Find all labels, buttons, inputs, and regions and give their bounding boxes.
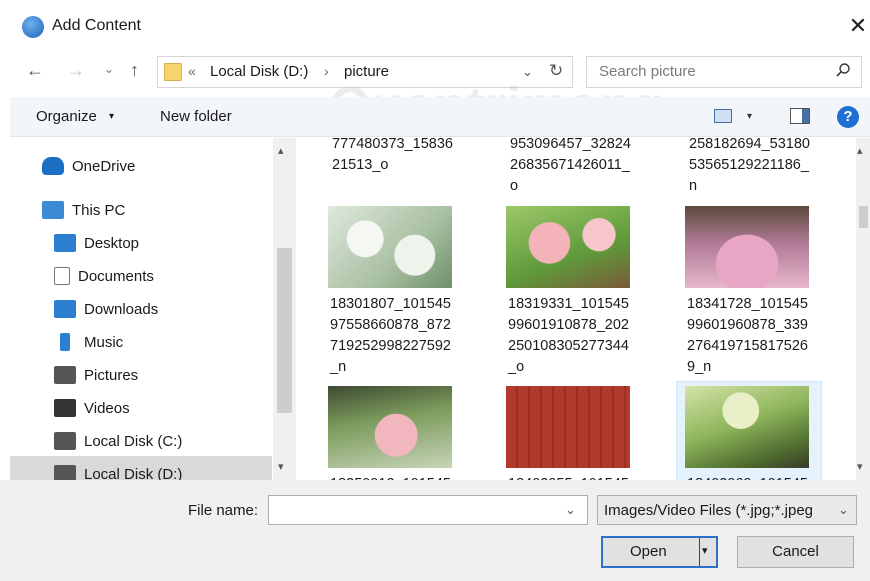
scroll-up-icon[interactable]: ▴ [278,144,284,157]
file-name[interactable]: 18301807_101545 97558660878_872 71925299… [330,294,470,378]
downloads-icon [54,300,76,318]
breadcrumb-local-disk-d[interactable]: Local Disk (D:) [210,63,308,80]
close-icon[interactable]: ✕ [846,12,870,40]
scroll-down-icon[interactable]: ▾ [278,460,284,473]
scroll-up-icon[interactable]: ▴ [857,144,863,157]
file-name[interactable]: 18341728_101545 99601960878_339 27641971… [687,294,827,378]
scroll-down-icon[interactable]: ▾ [857,460,863,473]
sidebar-item[interactable]: Pictures [54,361,138,389]
file-type-select[interactable]: Images/Video Files (*.jpg;*.jpeg ⌄ [597,495,857,525]
desktop-icon [54,234,76,252]
file-name-label: File name: [188,502,259,519]
title-bar: Add Content ✕ [0,0,870,52]
onedrive-icon [42,157,64,175]
sidebar-item-label: Music [84,333,124,351]
videos-icon [54,399,76,417]
file-name[interactable]: 18319331_101545 99601910878_202 25010830… [508,294,648,378]
image-thumbnail[interactable] [328,206,452,288]
help-icon[interactable]: ? [837,106,859,128]
cancel-button[interactable]: Cancel [737,536,854,568]
sidebar-item[interactable]: Local Disk (C:) [54,427,182,455]
folder-icon [164,63,182,81]
computer-icon [42,201,64,219]
sidebar-item-label: Downloads [84,300,159,318]
drive-c-icon [54,432,76,450]
sidebar-item-label: This PC [72,201,126,219]
sidebar-item[interactable]: Downloads [54,295,158,323]
file-name[interactable]: 953096457_32824 26835671426011_ o [510,138,650,197]
grid-scrollbar[interactable]: ▴ ▾ [856,138,870,480]
image-thumbnail[interactable] [685,386,809,468]
sidebar-item-label: Videos [84,399,130,417]
cancel-button-label[interactable]: Cancel [738,543,853,560]
view-options-caret-icon[interactable]: ▾ [747,111,752,122]
preview-pane-icon[interactable] [790,108,810,124]
image-thumbnail[interactable] [506,386,630,468]
recent-locations-icon[interactable]: ⌄ [104,62,114,76]
sidebar-item[interactable]: Desktop [54,229,139,257]
image-thumbnail[interactable] [506,206,630,288]
open-button[interactable]: Open ▾ [601,536,718,568]
sidebar-item[interactable]: Documents [54,262,154,290]
sidebar-item[interactable]: OneDrive [42,152,135,180]
organize-caret-icon[interactable]: ▾ [109,111,114,122]
sidebar-item-label: Pictures [84,366,139,384]
new-folder-button[interactable]: New folder [160,108,232,125]
window-title: Add Content [52,17,141,34]
sidebar-item[interactable]: Music [54,328,123,356]
dialog-footer: File name: ⌄ Images/Video Files (*.jpg;*… [0,480,870,581]
file-type-dropdown-icon[interactable]: ⌄ [838,502,849,518]
grid-scroll-thumb[interactable] [859,206,868,228]
file-grid[interactable]: 777480373_15836 21513_o 953096457_32824 2… [296,138,856,480]
sidebar-item-label: OneDrive [72,157,136,175]
sidebar-item-label: Documents [78,267,154,285]
back-arrow-icon[interactable]: ← [26,60,44,81]
sidebar-item-label: Desktop [84,234,140,252]
nav-scrollbar[interactable]: ▴ ▾ [273,138,296,480]
music-icon [60,333,70,351]
file-type-value[interactable]: Images/Video Files (*.jpg;*.jpeg [604,502,813,519]
app-icon [22,16,44,38]
file-name-dropdown-icon[interactable]: ⌄ [565,502,576,518]
sidebar-item[interactable]: Videos [54,394,130,422]
organize-button[interactable]: Organize [36,108,97,125]
up-arrow-icon[interactable]: ↑ [130,60,139,81]
breadcrumb-overflow-icon[interactable]: « [188,63,196,79]
documents-icon [54,267,70,285]
image-thumbnail[interactable] [328,386,452,468]
open-options-caret-icon[interactable]: ▾ [702,544,708,557]
sidebar-item-label: Local Disk (C:) [84,432,183,450]
open-button-label[interactable]: Open [630,543,667,560]
open-split-divider [699,538,700,566]
navigation-pane[interactable]: OneDrive This PC Desktop Documents Downloads… [10,138,296,484]
command-bar: Organize ▾ New folder ▾ ? [10,97,870,137]
forward-arrow-icon[interactable]: → [67,60,85,81]
breadcrumb-chevron-icon[interactable]: › [324,63,329,79]
image-thumbnail[interactable] [685,206,809,288]
pictures-icon [54,366,76,384]
file-name-field[interactable]: ⌄ [268,495,588,525]
file-name[interactable]: 258182694_53180 53565129221186_ n [689,138,829,197]
nav-scroll-thumb[interactable] [277,248,292,413]
change-view-icon[interactable] [714,109,732,123]
sidebar-item[interactable]: This PC [42,196,125,224]
search-icon[interactable] [835,62,851,78]
file-name[interactable]: 777480373_15836 21513_o [332,138,472,176]
